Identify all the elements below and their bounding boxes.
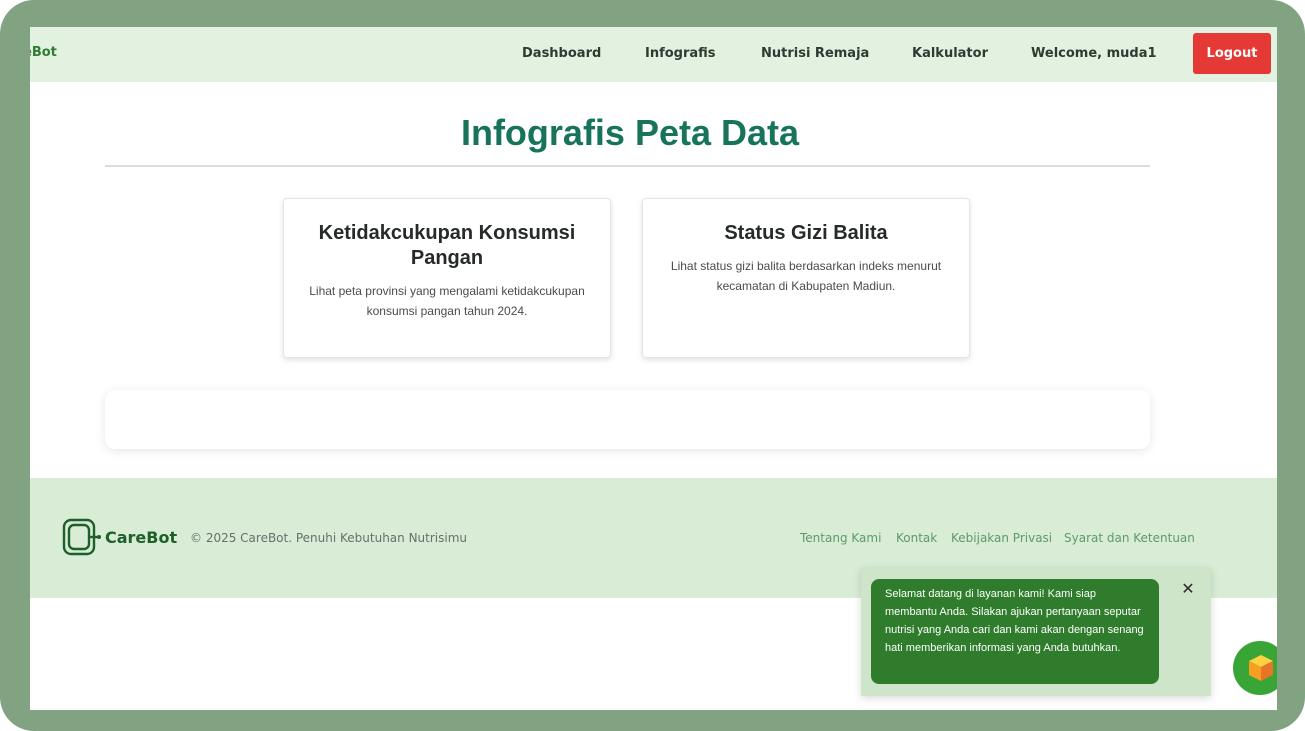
footer-link-kontak[interactable]: Kontak bbox=[896, 531, 937, 545]
content-panel bbox=[105, 390, 1150, 449]
footer-link-tentang-kami[interactable]: Tentang Kami bbox=[800, 531, 881, 545]
browser-viewport: eBot Dashboard Infografis Nutrisi Remaja… bbox=[30, 27, 1277, 710]
top-navbar: eBot Dashboard Infografis Nutrisi Remaja… bbox=[30, 27, 1277, 82]
footer-link-kebijakan-privasi[interactable]: Kebijakan Privasi bbox=[951, 531, 1052, 545]
welcome-user: Welcome, muda1 bbox=[1031, 46, 1157, 61]
card-status-gizi-balita[interactable]: Status Gizi Balita Lihat status gizi bal… bbox=[642, 198, 970, 358]
chat-message: Selamat datang di layanan kami! Kami sia… bbox=[871, 579, 1159, 684]
chatbot-launcher-button[interactable] bbox=[1233, 641, 1277, 695]
chat-welcome-popup: Selamat datang di layanan kami! Kami sia… bbox=[861, 568, 1211, 696]
device-frame: eBot Dashboard Infografis Nutrisi Remaja… bbox=[0, 0, 1305, 731]
footer-copyright: © 2025 CareBot. Penuhi Kebutuhan Nutrisi… bbox=[190, 531, 468, 545]
nav-nutrisi-remaja[interactable]: Nutrisi Remaja bbox=[761, 46, 869, 61]
footer-brand: CareBot bbox=[105, 528, 178, 547]
nav-links: Dashboard Infografis Nutrisi Remaja Kalk… bbox=[30, 27, 1277, 82]
nav-kalkulator[interactable]: Kalkulator bbox=[912, 46, 988, 61]
card-description: Lihat status gizi balita berdasarkan ind… bbox=[670, 259, 942, 293]
footer-link-syarat-ketentuan[interactable]: Syarat dan Ketentuan bbox=[1064, 531, 1195, 545]
carebot-logo-icon bbox=[62, 518, 101, 556]
page-title: Infografis Peta Data bbox=[460, 112, 800, 153]
logout-button[interactable]: Logout bbox=[1193, 33, 1271, 74]
title-divider bbox=[105, 165, 1150, 167]
card-description: Lihat peta provinsi yang mengalami ketid… bbox=[309, 284, 585, 318]
card-ketidakcukupan-konsumsi[interactable]: Ketidakcukupan Konsumsi Pangan Lihat pet… bbox=[283, 198, 611, 358]
nav-infografis[interactable]: Infografis bbox=[645, 46, 716, 61]
cube-icon bbox=[1249, 655, 1273, 681]
nav-dashboard[interactable]: Dashboard bbox=[522, 46, 601, 61]
card-title: Status Gizi Balita bbox=[724, 222, 888, 244]
close-icon[interactable]: ✕ bbox=[1177, 578, 1199, 600]
card-title: Ketidakcukupan Konsumsi Pangan bbox=[318, 222, 576, 269]
